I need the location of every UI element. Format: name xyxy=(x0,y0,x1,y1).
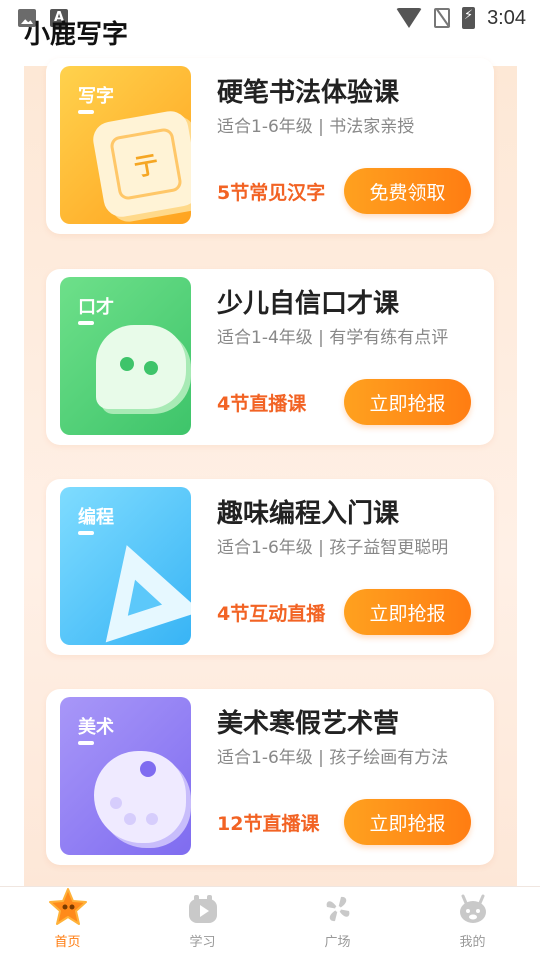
thumbnail-label: 写字 xyxy=(78,86,114,107)
course-lessons: 12节直播课 xyxy=(217,813,320,835)
character-block-icon: 亍 xyxy=(90,108,191,220)
thumbnail-dash xyxy=(78,741,94,745)
course-lessons: 5节常见汉字 xyxy=(217,182,326,204)
course-card-coding[interactable]: 编程 趣味编程入门课 适合1-6年级 | 孩子益智更聪明 4节互动直播 立即抢报 xyxy=(46,479,494,655)
course-title: 趣味编程入门课 xyxy=(217,499,400,529)
thumbnail-dash xyxy=(78,110,94,114)
status-right: 3:04 xyxy=(396,7,526,30)
course-subtitle: 适合1-4年级 | 有学有练有点评 xyxy=(217,328,449,348)
course-lessons: 4节直播课 xyxy=(217,393,307,415)
nav-item-square[interactable]: 广场 xyxy=(270,887,405,960)
square-icon xyxy=(321,893,355,925)
enroll-now-button[interactable]: 立即抢报 xyxy=(344,379,471,425)
thumbnail-dash xyxy=(78,321,94,325)
course-card-calligraphy[interactable]: 写字 亍 硬笔书法体验课 适合1-6年级 | 书法家亲授 5节常见汉字 免费领取 xyxy=(46,58,494,234)
course-card-eloquence[interactable]: 口才 少儿自信口才课 适合1-4年级 | 有学有练有点评 4节直播课 立即抢报 xyxy=(46,269,494,445)
wifi-icon xyxy=(396,8,423,28)
course-title: 少儿自信口才课 xyxy=(217,289,400,319)
enroll-now-button[interactable]: 立即抢报 xyxy=(344,799,471,845)
status-time: 3:04 xyxy=(487,6,526,29)
course-card-art[interactable]: 美术 美术寒假艺术营 适合1-6年级 | 孩子绘画有方法 12节直播课 立即抢报 xyxy=(46,689,494,865)
speech-bubble-icon xyxy=(96,325,186,409)
no-sim-icon xyxy=(434,8,451,28)
course-thumbnail-eloquence[interactable]: 口才 xyxy=(60,277,191,435)
course-thumbnail-calligraphy[interactable]: 写字 亍 xyxy=(60,66,191,224)
claim-free-button[interactable]: 免费领取 xyxy=(344,168,471,214)
nav-label: 首页 xyxy=(54,935,81,950)
thumbnail-label: 编程 xyxy=(78,507,114,528)
app-title: 小鹿写字 xyxy=(24,20,129,50)
course-thumbnail-coding[interactable]: 编程 xyxy=(60,487,191,645)
thumbnail-label: 口才 xyxy=(78,297,114,318)
nav-label: 学习 xyxy=(189,935,216,950)
battery-charging-icon xyxy=(462,7,476,29)
thumbnail-dash xyxy=(78,531,94,535)
nav-label: 我的 xyxy=(459,935,486,950)
enroll-now-button[interactable]: 立即抢报 xyxy=(344,589,471,635)
course-title: 硬笔书法体验课 xyxy=(217,78,400,108)
palette-icon xyxy=(94,751,186,843)
course-subtitle: 适合1-6年级 | 孩子益智更聪明 xyxy=(217,538,449,558)
bottom-nav: 首页 学习 广场 我的 xyxy=(0,886,540,960)
thumbnail-label: 美术 xyxy=(78,717,114,738)
home-star-icon xyxy=(48,887,88,927)
nav-item-home[interactable]: 首页 xyxy=(0,887,135,960)
course-subtitle: 适合1-6年级 | 书法家亲授 xyxy=(217,117,415,137)
course-list-panel[interactable]: 写字 亍 硬笔书法体验课 适合1-6年级 | 书法家亲授 5节常见汉字 免费领取… xyxy=(24,58,517,886)
course-subtitle: 适合1-6年级 | 孩子绘画有方法 xyxy=(217,748,449,768)
nav-item-study[interactable]: 学习 xyxy=(135,887,270,960)
course-thumbnail-art[interactable]: 美术 xyxy=(60,697,191,855)
course-lessons: 4节互动直播 xyxy=(217,603,326,625)
nav-label: 广场 xyxy=(324,935,351,950)
course-title: 美术寒假艺术营 xyxy=(217,709,400,739)
profile-icon xyxy=(456,893,490,925)
study-icon xyxy=(186,893,220,925)
nav-item-profile[interactable]: 我的 xyxy=(405,887,540,960)
